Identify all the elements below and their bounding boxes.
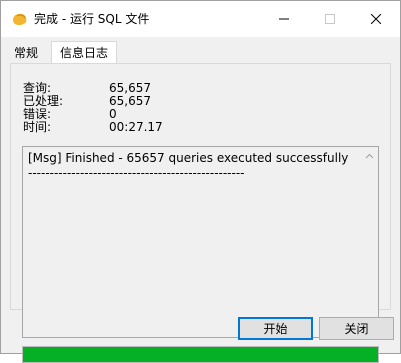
message-log[interactable]: [Msg] Finished - 65657 queries executed … bbox=[22, 146, 379, 338]
log-line: [Msg] Finished - 65657 queries executed … bbox=[28, 151, 349, 165]
window-title: 完成 - 运行 SQL 文件 bbox=[34, 12, 150, 26]
tab-strip: 常规 信息日志 bbox=[1, 37, 400, 64]
log-scrollbar[interactable] bbox=[361, 147, 378, 337]
maximize-icon bbox=[325, 14, 335, 24]
progress-bar bbox=[22, 346, 379, 363]
time-label: 时间: bbox=[23, 120, 52, 134]
time-value: 00:27.17 bbox=[109, 120, 163, 134]
log-text: [Msg] Finished - 65657 queries executed … bbox=[28, 151, 358, 181]
log-line: ----------------------------------------… bbox=[28, 166, 245, 180]
navicat-app-icon bbox=[13, 13, 27, 26]
info-log-panel: 查询: 65,657 已处理: 65,657 错误: 0 时间: 00:27.1… bbox=[10, 63, 391, 363]
progress-fill bbox=[23, 347, 378, 362]
close-button[interactable]: 关闭 bbox=[319, 317, 394, 340]
tab-general[interactable]: 常规 bbox=[9, 43, 43, 63]
chevron-up-icon bbox=[365, 153, 374, 158]
minimize-button[interactable] bbox=[261, 1, 307, 37]
close-icon bbox=[371, 14, 381, 24]
tab-info-log[interactable]: 信息日志 bbox=[51, 41, 118, 64]
close-window-button[interactable] bbox=[353, 1, 399, 37]
title-bar[interactable]: 完成 - 运行 SQL 文件 bbox=[1, 1, 400, 37]
minimize-icon bbox=[279, 18, 289, 20]
run-sql-file-dialog: 完成 - 运行 SQL 文件 常规 信息日志 查询: 65,657 已处理: 6… bbox=[0, 0, 401, 363]
scroll-up-button[interactable] bbox=[361, 147, 378, 164]
start-button[interactable]: 开始 bbox=[238, 317, 313, 340]
maximize-button[interactable] bbox=[307, 1, 353, 37]
